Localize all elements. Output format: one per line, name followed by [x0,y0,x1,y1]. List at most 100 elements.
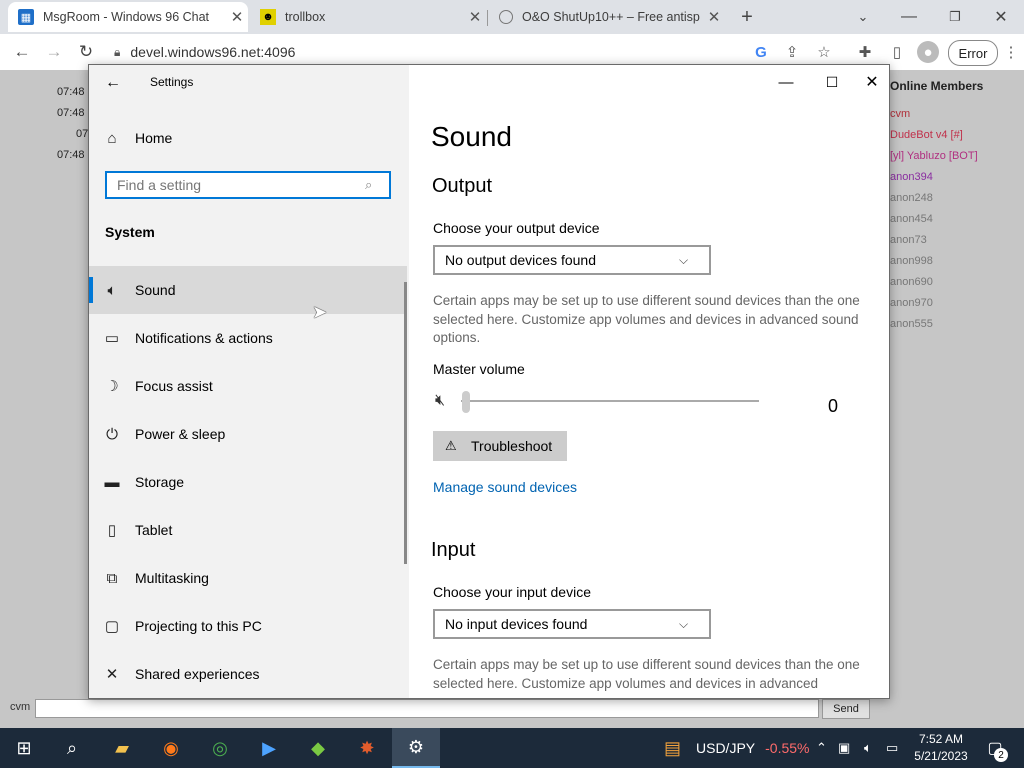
member-item[interactable]: anon555 [890,318,933,330]
profile-avatar-icon[interactable]: ● [917,41,939,63]
remote-app-icon[interactable]: ▶ [245,728,293,768]
multitasking-icon: ⧉ [106,569,118,587]
forward-icon[interactable]: → [41,40,67,64]
address-bar[interactable]: 🔒︎ devel.windows96.net:4096 [108,40,780,64]
nav-item-storage[interactable]: ▬ Storage [89,458,407,506]
search-icon: ⌕ [365,177,373,192]
member-item[interactable]: anon998 [890,255,933,267]
ticker-widget[interactable]: USD/JPY -0.55% [696,728,809,768]
side-panel-icon[interactable]: ▯ [886,41,908,63]
tool-app-icon[interactable]: ✸ [343,728,391,768]
volume-value: 0 [828,396,839,416]
master-volume-label: Master volume [433,361,525,377]
nav-item-sound[interactable]: 🔈︎ Sound [89,266,407,314]
volume-slider-thumb[interactable] [462,391,470,413]
ticker-symbol: USD/JPY [696,740,756,756]
nav-item-label: Sound [135,282,176,298]
back-icon[interactable]: ← [9,40,35,64]
network-app-icon[interactable]: ◆ [294,728,342,768]
windows96-icon: ▦ [18,9,34,25]
firefox-icon[interactable]: ◉ [147,728,195,768]
network-icon[interactable]: ▣ [838,728,850,768]
tablet-icon: ▯ [107,522,117,539]
storage-icon: ▬ [104,473,120,491]
troubleshoot-button[interactable]: ⚠ Troubleshoot [433,431,567,461]
tab-trollbox[interactable]: ☻ trollbox ✕ [250,2,486,32]
projector-icon: ▢ [104,618,120,635]
speaker-muted-icon[interactable]: 🔇︎ [435,392,445,410]
input-device-dropdown[interactable]: No input devices found ⌵ [433,609,711,639]
google-icon[interactable]: G [750,41,772,63]
back-arrow-icon[interactable]: ← [101,71,125,95]
close-tab-icon[interactable]: ✕ [703,8,725,26]
output-device-label: Choose your output device [433,220,600,236]
volume-muted-icon[interactable]: 🔈︎ [864,728,872,768]
nickname-label: cvm [10,701,31,713]
nav-item-tablet[interactable]: ▯ Tablet [89,506,407,554]
home-label: Home [135,130,173,146]
volume-slider-track[interactable] [461,400,759,402]
chrome-icon[interactable]: ◎ [196,728,244,768]
chat-message-input[interactable] [35,699,819,718]
nav-item-shared-experiences[interactable]: ✕ Shared experiences [89,650,407,698]
member-item[interactable]: anon73 [890,234,927,246]
chevron-up-icon[interactable]: ⌃ [816,728,827,768]
send-button[interactable]: Send [822,699,870,719]
find-setting-input[interactable]: Find a setting ⌕ [105,171,391,199]
share-icon[interactable]: ⇪ [781,41,803,63]
language-icon[interactable]: ▭ [886,728,898,768]
nav-item-notifications[interactable]: ▭ Notifications & actions [89,314,407,362]
file-explorer-icon[interactable]: ▰ [98,728,146,768]
close-icon[interactable]: ✕ [855,65,889,99]
message-icon: ▭ [104,330,120,347]
reload-icon[interactable]: ↻ [73,40,99,64]
close-tab-icon[interactable]: ✕ [226,8,248,26]
speaker-icon: 🔈︎ [107,281,117,299]
new-tab-button[interactable]: + [734,4,760,30]
member-item[interactable]: anon970 [890,297,933,309]
nav-item-label: Projecting to this PC [135,618,262,634]
bookmark-star-icon[interactable]: ☆ [813,41,835,63]
minimize-icon[interactable]: — [763,65,809,99]
maximize-icon[interactable]: ☐ [809,65,855,99]
input-heading: Input [431,539,476,561]
error-button[interactable]: Error [948,40,998,66]
nav-item-power-sleep[interactable]: ⏻ Power & sleep [89,410,407,458]
member-item[interactable]: anon248 [890,192,933,204]
mouse-cursor-icon: ➤ [312,302,328,322]
settings-gear-icon[interactable]: ⚙ [392,728,440,768]
member-item[interactable]: [yl] Yabluzo [BOT] [890,150,978,162]
tab-shutup10[interactable]: O&O ShutUp10++ – Free antisp ✕ [489,2,725,32]
nav-item-label: Notifications & actions [135,330,273,346]
nav-item-projecting[interactable]: ▢ Projecting to this PC [89,602,407,650]
member-item[interactable]: anon690 [890,276,933,288]
chat-timestamp: 07:48 [57,86,85,98]
share-icon: ✕ [105,666,119,683]
home-link[interactable]: ⌂ Home [89,114,407,162]
input-device-value: No input devices found [445,616,588,632]
member-item[interactable]: anon454 [890,213,933,225]
member-item[interactable]: cvm [890,108,910,120]
minimize-icon[interactable]: — [886,0,932,34]
tab-search-icon[interactable]: ⌄ [840,0,886,34]
nav-item-label: Multitasking [135,570,209,586]
sidebar-scrollbar[interactable] [404,282,407,564]
settings-sidebar: ← Settings ⌂ Home Find a setting ⌕ Syste… [89,65,409,698]
close-window-icon[interactable]: ✕ [978,0,1024,34]
tab-msgroom[interactable]: ▦ MsgRoom - Windows 96 Chat ✕ [8,2,248,32]
output-device-dropdown[interactable]: No output devices found ⌵ [433,245,711,275]
nav-item-multitasking[interactable]: ⧉ Multitasking [89,554,407,602]
clock[interactable]: 7:52 AM 5/21/2023 [912,730,970,766]
nav-item-focus-assist[interactable]: ☽ Focus assist [89,362,407,410]
menu-icon[interactable]: ⋮ [1000,41,1022,63]
start-button-windows-icon[interactable]: ⊞ [0,728,48,768]
close-tab-icon[interactable]: ✕ [464,8,486,26]
member-item[interactable]: anon394 [890,171,933,183]
restore-icon[interactable]: ❐ [932,0,978,34]
member-item[interactable]: DudeBot v4 [#] [890,129,963,141]
sound-settings-page: — ☐ ✕ Sound Output Choose your output de… [409,65,889,698]
manage-sound-devices-link[interactable]: Manage sound devices [433,479,577,495]
search-icon[interactable]: ⌕ [48,728,96,768]
ticker-change: -0.55% [765,740,810,756]
extensions-icon[interactable]: ✚ [854,41,876,63]
